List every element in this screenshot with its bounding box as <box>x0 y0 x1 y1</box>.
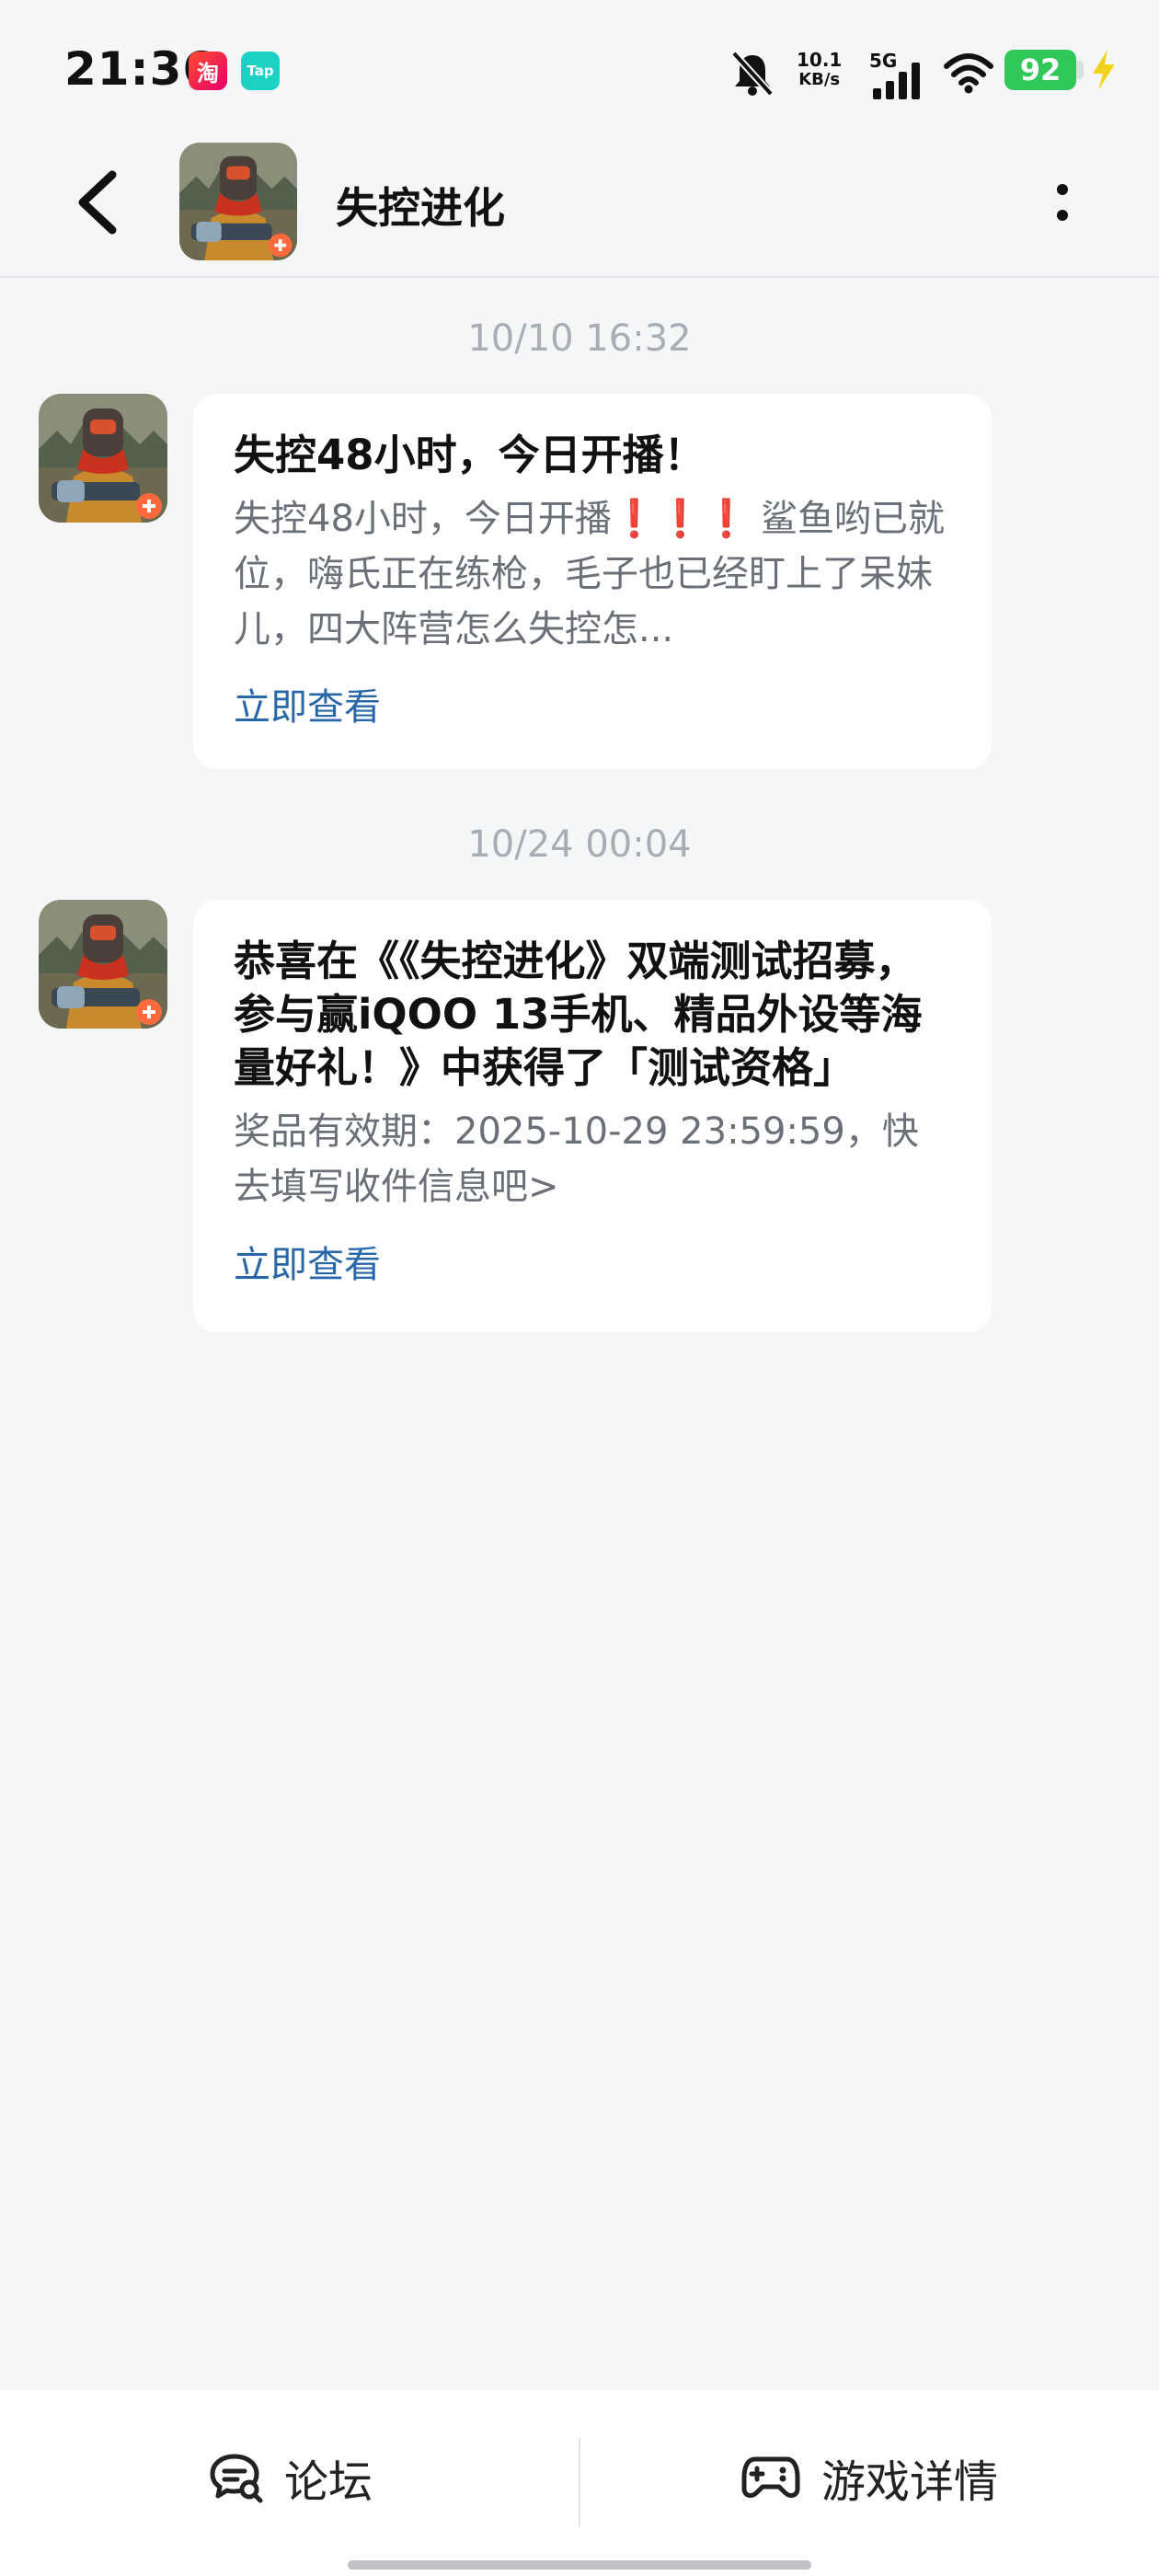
battery-icon: 92 <box>1004 50 1076 90</box>
message-timestamp: 10/24 00:04 <box>467 823 692 866</box>
message-card[interactable]: 失控48小时，今日开播！ 失控48小时，今日开播❗❗❗ 鲨鱼哟已就位，嗨氏正在练… <box>193 394 992 769</box>
bottom-tab-bar: 论坛 游戏详情 <box>0 2390 1159 2576</box>
network-speed-unit: KB/s <box>798 70 841 89</box>
page-title: 失控进化 <box>336 183 505 233</box>
tab-game-details-label: 游戏详情 <box>820 2456 998 2508</box>
wifi-icon <box>944 53 993 94</box>
game-avatar-image <box>179 143 297 260</box>
signal-icon <box>873 63 920 99</box>
message-body-start: 失控48小时，今日开播 <box>234 498 612 540</box>
message-body: 失控48小时，今日开播❗❗❗ 鲨鱼哟已就位，嗨氏正在练枪，毛子也已经盯上了呆妹儿… <box>234 491 951 657</box>
status-bar: 21:36 淘 Tap 10.1 KB/s 5G 92 <box>0 0 1159 138</box>
sender-avatar[interactable] <box>39 394 167 523</box>
back-arrow-icon[interactable] <box>55 156 138 248</box>
sender-avatar-image <box>39 394 167 523</box>
view-now-link[interactable]: 立即查看 <box>234 677 381 730</box>
tab-forum-label: 论坛 <box>283 2456 373 2508</box>
sender-avatar[interactable] <box>39 900 167 1029</box>
message-card[interactable]: 恭喜在《《失控进化》双端测试招募，参与赢iQOO 13手机、精品外设等海量好礼！… <box>193 900 992 1332</box>
tab-forum[interactable]: 论坛 <box>0 2390 580 2565</box>
exclamation-emoji: ❗❗❗ <box>611 498 750 540</box>
forum-chat-icon <box>210 2454 263 2503</box>
message-body: 奖品有效期：2025-10-29 23:59:59，快去填写收件信息吧> <box>234 1110 919 1208</box>
network-speed-value: 10.1 <box>797 49 843 71</box>
game-avatar[interactable] <box>179 143 297 260</box>
mute-bell-icon <box>731 51 774 97</box>
tab-game-details[interactable]: 游戏详情 <box>580 2390 1159 2565</box>
status-icons: 10.1 KB/s 5G 92 <box>708 46 1131 99</box>
taobao-app-icon: 淘 <box>189 52 227 90</box>
message-title: 恭喜在《《失控进化》双端测试招募，参与赢iQOO 13手机、精品外设等海量好礼！… <box>234 937 923 1092</box>
more-dots-icon[interactable] <box>1039 166 1085 239</box>
charging-icon <box>1093 50 1115 90</box>
sender-avatar-image <box>39 900 167 1029</box>
taptap-app-icon: Tap <box>241 52 280 90</box>
message-timestamp: 10/10 16:32 <box>467 317 692 360</box>
view-now-link[interactable]: 立即查看 <box>234 1235 381 1288</box>
message-title: 失控48小时，今日开播！ <box>234 431 706 479</box>
gamepad-icon <box>741 2456 800 2498</box>
chat-header: 失控进化 <box>0 138 1159 278</box>
network-speed: 10.1 KB/s <box>797 50 842 90</box>
battery-cap <box>1076 61 1084 79</box>
home-indicator[interactable] <box>348 2560 811 2570</box>
